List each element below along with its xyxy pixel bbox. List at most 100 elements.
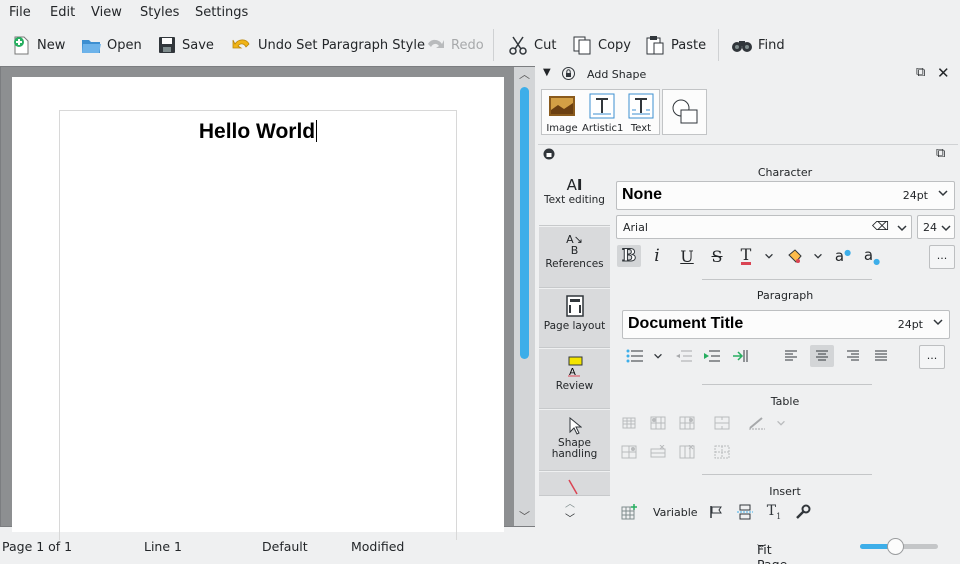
modified-status: Modified	[351, 539, 405, 554]
underline-button[interactable]: U	[675, 245, 699, 267]
paragraph-direction-button[interactable]	[729, 345, 753, 367]
menu-file[interactable]: File	[9, 5, 31, 20]
menu-styles[interactable]: Styles	[140, 5, 179, 20]
superscript-button[interactable]: a●	[831, 245, 855, 267]
paste-button[interactable]: Paste	[644, 33, 706, 57]
character-more-button[interactable]: ...	[929, 245, 955, 269]
superscript-icon: a●	[834, 247, 852, 265]
menu-settings[interactable]: Settings	[195, 5, 248, 20]
lock-icon[interactable]	[543, 148, 555, 160]
document-page[interactable]: Hello World	[12, 77, 504, 540]
text-color-button[interactable]: T	[734, 245, 758, 267]
character-style-combo[interactable]: None 24pt	[616, 181, 955, 210]
insert-column-left-button[interactable]	[646, 412, 670, 434]
tab-text-editing[interactable]: AI Text editing	[539, 167, 610, 226]
more-shapes-button[interactable]	[662, 89, 707, 135]
copy-button[interactable]: Copy	[571, 33, 631, 57]
tab-review[interactable]: A Review	[539, 349, 610, 409]
collapse-triangle-icon[interactable]: ▼	[543, 67, 551, 78]
delete-column-button[interactable]	[675, 441, 699, 463]
bullet-list-button[interactable]	[623, 345, 647, 367]
strikethrough-button[interactable]: S	[705, 245, 729, 267]
paragraph-style-combo[interactable]: Document Title 24pt	[622, 310, 950, 339]
merge-cells-button[interactable]	[710, 412, 734, 434]
add-shape-header: ▼ Add Shape ⧉ ✕	[538, 64, 958, 83]
lock-icon[interactable]	[562, 67, 575, 80]
tab-partial[interactable]	[539, 472, 610, 496]
font-size-combo[interactable]: 24	[917, 215, 955, 239]
delete-row-icon	[650, 445, 666, 458]
tab-shape-handling[interactable]: Shape handling	[539, 410, 610, 471]
insert-footnote-button[interactable]: T1	[762, 501, 786, 523]
scroll-down-arrow-icon[interactable]: ﹀	[514, 509, 535, 525]
menu-view[interactable]: View	[91, 5, 122, 20]
decrease-indent-icon	[676, 350, 692, 362]
document-scrollbar[interactable]: ︿ ﹀	[514, 67, 535, 526]
paragraph-more-button[interactable]: ...	[919, 345, 945, 369]
decrease-indent-button[interactable]	[672, 345, 696, 367]
cut-button[interactable]: Cut	[507, 33, 556, 57]
text-shape-icon	[628, 93, 654, 119]
chevron-down-icon[interactable]	[763, 249, 775, 263]
tabs-scroll-down-icon[interactable]: ﹀	[565, 510, 575, 525]
align-center-button[interactable]	[810, 345, 834, 367]
status-bar: Page 1 of 1 Line 1 Default Modified Fit …	[0, 536, 960, 564]
tabs-scroll-up-icon[interactable]: ︿	[565, 495, 575, 510]
pen-tool-icon	[567, 479, 578, 495]
bold-button[interactable]: B	[617, 245, 641, 267]
insert-row-button[interactable]	[617, 441, 641, 463]
float-docker-icon[interactable]: ⧉	[936, 146, 945, 161]
insert-column-right-button[interactable]	[675, 412, 699, 434]
page-break-button[interactable]	[733, 501, 757, 523]
tab-page-layout[interactable]: Page layout	[539, 289, 610, 348]
save-label: Save	[182, 37, 214, 53]
align-right-button[interactable]	[841, 345, 865, 367]
align-justify-button[interactable]	[869, 345, 893, 367]
document-canvas[interactable]: Hello World ︿ ﹀	[0, 66, 535, 540]
paragraph-style-size: 24pt	[897, 318, 923, 331]
variable-button[interactable]: Variable	[653, 506, 698, 519]
zoom-slider[interactable]	[860, 538, 938, 555]
highlight-color-button[interactable]	[783, 245, 807, 267]
character-title: Character	[757, 166, 813, 179]
zoom-slider-handle[interactable]	[887, 538, 905, 555]
settings-wrench-button[interactable]	[791, 501, 815, 523]
chevron-down-icon[interactable]	[812, 249, 824, 263]
tab-label: References	[545, 258, 604, 270]
delete-row-button[interactable]	[646, 441, 670, 463]
clear-text-icon[interactable]: ⌫	[872, 219, 889, 233]
chevron-down-icon[interactable]	[775, 416, 787, 430]
split-cells-button[interactable]	[710, 441, 734, 463]
italic-button[interactable]: i	[645, 245, 669, 267]
scrollbar-thumb[interactable]	[520, 87, 529, 359]
shape-image[interactable]: Image	[543, 92, 581, 134]
find-button[interactable]: Find	[731, 33, 785, 57]
float-docker-icon[interactable]: ⧉	[916, 65, 925, 80]
document-text[interactable]: Hello World	[12, 120, 504, 144]
chevron-down-icon	[933, 319, 943, 326]
scroll-up-arrow-icon[interactable]: ︿	[514, 67, 535, 83]
shape-text[interactable]: Text	[623, 92, 659, 134]
save-button[interactable]: Save	[157, 33, 214, 57]
chevron-down-icon[interactable]	[652, 349, 664, 363]
redo-button[interactable]: Redo	[424, 33, 484, 57]
table-icon	[622, 417, 636, 429]
insert-row-icon	[621, 445, 637, 459]
subscript-button[interactable]: a●	[860, 245, 884, 267]
align-left-button[interactable]	[779, 345, 803, 367]
insert-table-button[interactable]	[617, 412, 641, 434]
border-style-button[interactable]	[745, 412, 769, 434]
undo-button[interactable]: Undo Set Paragraph Style	[231, 33, 425, 57]
bookmark-button[interactable]	[704, 501, 728, 523]
insert-special-button[interactable]	[617, 501, 641, 523]
open-button[interactable]: Open	[80, 33, 142, 57]
menu-edit[interactable]: Edit	[50, 5, 75, 20]
font-family-combo[interactable]: Arial ⌫	[616, 215, 912, 239]
close-docker-icon[interactable]: ✕	[937, 64, 950, 82]
new-button[interactable]: New	[10, 33, 65, 57]
pointer-arrow-icon	[569, 416, 582, 435]
tab-references[interactable]: A↘ B References	[539, 227, 610, 288]
align-center-icon	[816, 350, 828, 361]
increase-indent-button[interactable]	[700, 345, 724, 367]
shape-artistic[interactable]: Artistic1	[582, 92, 623, 134]
